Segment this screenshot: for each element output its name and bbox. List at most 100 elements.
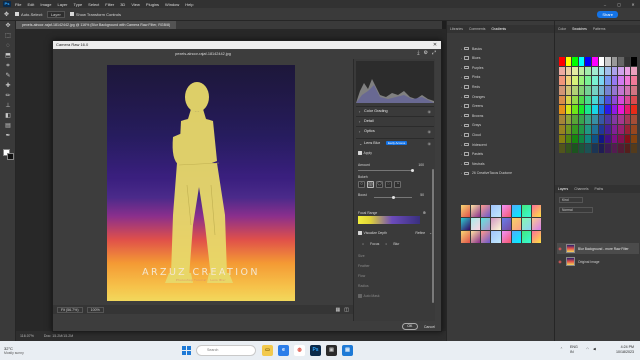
amount-value[interactable]: 100	[418, 163, 424, 167]
blend-mode-select[interactable]: Normal	[559, 207, 593, 213]
bokeh-5-blade-icon[interactable]: ⬠	[376, 181, 383, 188]
color-swatch[interactable]	[565, 124, 572, 134]
tab-channels[interactable]: Channels	[571, 187, 591, 191]
eye-icon[interactable]: ◉	[557, 259, 563, 264]
color-swatch[interactable]	[585, 115, 591, 124]
color-swatch[interactable]	[605, 86, 611, 95]
gradient-preset-tile[interactable]	[511, 218, 521, 230]
color-swatch[interactable]	[591, 76, 598, 86]
eye-icon[interactable]: ◉	[428, 141, 432, 146]
color-swatch[interactable]	[624, 76, 631, 86]
clock[interactable]: 4:24 PM 10/18/2023	[616, 345, 634, 355]
color-swatch[interactable]	[591, 57, 598, 66]
color-swatch[interactable]	[631, 124, 637, 134]
color-swatch[interactable]	[631, 86, 637, 95]
gradient-preset-tile[interactable]	[531, 218, 541, 230]
document-tab[interactable]: pexels-alnoor-rajaf-18142442.jpg @ 116% …	[16, 21, 177, 29]
color-swatch[interactable]	[572, 95, 578, 105]
color-swatch[interactable]	[572, 134, 578, 144]
color-swatch[interactable]	[618, 144, 624, 153]
tab-paths[interactable]: Paths	[592, 187, 607, 191]
zoom-level-select[interactable]: 100%	[86, 306, 104, 313]
color-swatch[interactable]	[631, 57, 637, 66]
gradient-folder[interactable]: › Pinks	[461, 74, 480, 81]
color-swatch[interactable]	[565, 95, 572, 105]
color-swatch[interactable]	[605, 144, 611, 153]
color-swatch[interactable]	[605, 105, 611, 115]
color-swatch[interactable]	[598, 134, 605, 144]
color-swatch[interactable]	[565, 105, 572, 115]
status-zoom[interactable]: 116.07%	[20, 334, 34, 338]
volume-icon[interactable]: ◀	[593, 347, 596, 351]
focus-label[interactable]: Focus	[370, 242, 379, 246]
color-swatch[interactable]	[611, 76, 618, 86]
chrome-icon[interactable]: ◍	[294, 345, 305, 356]
taskbar-search[interactable]: Search	[196, 345, 256, 356]
color-swatch[interactable]	[591, 144, 598, 153]
store-icon[interactable]: ▤	[342, 345, 353, 356]
gradient-preset-tile[interactable]	[481, 231, 491, 243]
gradient-folder[interactable]: › Basics	[461, 45, 482, 52]
color-swatch[interactable]	[559, 57, 565, 66]
close-icon[interactable]: ✕	[431, 41, 439, 49]
color-swatch[interactable]	[565, 66, 572, 76]
brush-tool-icon[interactable]: ✏	[3, 92, 13, 101]
gradient-preset-tile[interactable]	[521, 205, 531, 217]
color-swatch[interactable]	[585, 134, 591, 144]
color-swatch[interactable]	[631, 95, 637, 105]
color-swatch[interactable]	[578, 86, 585, 95]
gradient-folder[interactable]: › Purples	[461, 64, 484, 71]
fullscreen-icon[interactable]: ⤢	[432, 50, 436, 58]
color-swatch[interactable]	[605, 57, 611, 66]
color-swatch[interactable]	[618, 105, 624, 115]
stamp-tool-icon[interactable]: ⊥	[3, 102, 13, 111]
tab-patterns[interactable]: Patterns	[590, 27, 609, 31]
color-swatch[interactable]	[631, 144, 637, 153]
color-swatch[interactable]	[572, 57, 578, 66]
color-swatch[interactable]	[631, 105, 637, 115]
color-swatch[interactable]	[559, 124, 565, 134]
color-swatch[interactable]	[624, 134, 631, 144]
color-swatch[interactable]	[578, 144, 585, 153]
menu-select[interactable]: Select	[88, 2, 99, 7]
gradient-preset-tile[interactable]	[461, 205, 471, 217]
bokeh-cat-eye-icon[interactable]: ◔	[394, 181, 401, 188]
gradient-preset-tile[interactable]	[511, 205, 521, 217]
color-swatch[interactable]	[624, 115, 631, 124]
weather-widget[interactable]: 32°C Mostly sunny	[4, 346, 64, 355]
menu-view[interactable]: View	[131, 2, 140, 7]
gradient-folder[interactable]: › Neutrals	[461, 160, 485, 167]
color-swatch[interactable]	[631, 115, 637, 124]
edge-browser-icon[interactable]: e	[278, 345, 289, 356]
color-swatch[interactable]	[559, 115, 565, 124]
visualize-depth-row[interactable]: Visualize Depth Refine ⌄	[358, 231, 432, 235]
color-swatch[interactable]	[585, 144, 591, 153]
color-swatch[interactable]	[578, 57, 585, 66]
color-swatch[interactable]	[611, 124, 618, 134]
color-swatch[interactable]	[591, 115, 598, 124]
layer-row[interactable]: ◉ Blur Background - more Raw Filter	[557, 243, 639, 254]
visualize-depth-checkbox[interactable]	[358, 231, 362, 235]
color-swatch[interactable]	[631, 66, 637, 76]
layer-select-dropdown[interactable]: Layer	[46, 10, 65, 18]
color-swatch[interactable]	[611, 105, 618, 115]
gradient-preset-tile[interactable]	[501, 205, 511, 217]
color-swatch[interactable]	[618, 95, 624, 105]
share-button[interactable]: Share	[597, 10, 618, 18]
eye-icon[interactable]: ◉	[428, 129, 432, 134]
color-swatch[interactable]	[585, 105, 591, 115]
color-swatch[interactable]	[624, 66, 631, 76]
chevron-up-icon[interactable]: ⌃	[560, 347, 563, 351]
color-swatch[interactable]	[559, 134, 565, 144]
color-swatch[interactable]	[585, 66, 591, 76]
gradient-preset-tile[interactable]	[491, 231, 501, 243]
color-swatch[interactable]	[578, 76, 585, 86]
color-swatch[interactable]	[618, 115, 624, 124]
gradient-folder[interactable]: › Reds	[461, 83, 480, 90]
gradient-folder[interactable]: › Iridescent	[461, 141, 487, 148]
layer-name[interactable]: Blur Background - more Raw Filter	[578, 247, 629, 251]
auto-select-checkbox[interactable]	[15, 12, 20, 16]
section-optics[interactable]: › Optics ◉	[356, 126, 434, 135]
section-color-grading[interactable]: › Color Grading ◉	[356, 106, 434, 115]
color-swatch[interactable]	[631, 76, 637, 86]
